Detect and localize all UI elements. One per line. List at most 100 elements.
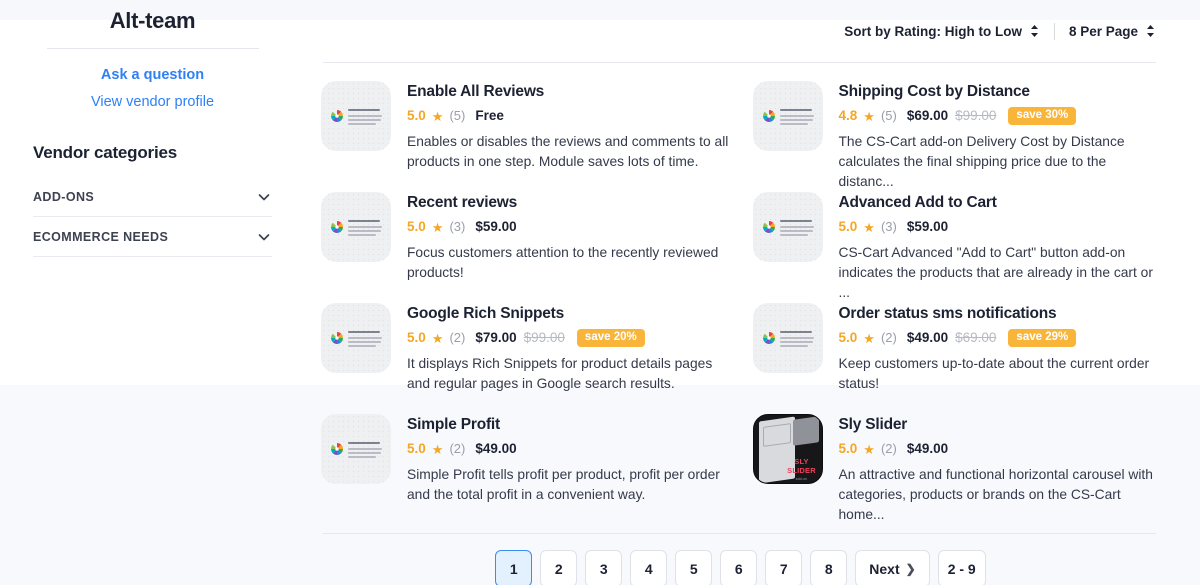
product-card[interactable]: Enable All Reviews 5.0 ★ (5) Free Enable… bbox=[321, 81, 729, 192]
product-rating-value: 5.0 bbox=[407, 440, 426, 458]
product-card[interactable]: Google Rich Snippets 5.0 ★ (2) $79.00 $9… bbox=[321, 303, 729, 414]
product-title[interactable]: Recent reviews bbox=[407, 193, 729, 212]
product-meta: 5.0 ★ (2) $49.00 bbox=[407, 440, 729, 458]
product-price: $79.00 bbox=[475, 329, 516, 347]
pagination-page-7[interactable]: 7 bbox=[765, 550, 802, 585]
ask-a-question-link[interactable]: Ask a question bbox=[0, 65, 305, 86]
pagination-page-1[interactable]: 1 bbox=[495, 550, 532, 585]
star-icon: ★ bbox=[432, 221, 444, 234]
thumbnail-caption: SLYSLIDER bbox=[786, 458, 818, 475]
product-info: Simple Profit 5.0 ★ (2) $49.00 Simple Pr… bbox=[407, 414, 729, 525]
product-thumbnail[interactable] bbox=[321, 303, 391, 373]
product-thumbnail[interactable] bbox=[321, 192, 391, 262]
product-title[interactable]: Google Rich Snippets bbox=[407, 304, 729, 323]
product-review-count: (2) bbox=[449, 329, 465, 347]
product-card[interactable]: Order status sms notifications 5.0 ★ (2)… bbox=[753, 303, 1161, 414]
product-price: Free bbox=[475, 107, 504, 125]
product-info: Enable All Reviews 5.0 ★ (5) Free Enable… bbox=[407, 81, 729, 192]
thumbnail-text-line bbox=[348, 448, 382, 450]
product-meta: 5.0 ★ (2) $79.00 $99.00 save 20% bbox=[407, 329, 729, 347]
pagination-range-button[interactable]: 2 - 9 bbox=[938, 550, 986, 585]
sort-dropdown[interactable]: Sort by Rating: High to Low bbox=[844, 24, 1040, 39]
product-description: Focus customers attention to the recentl… bbox=[407, 243, 729, 283]
product-thumbnail[interactable] bbox=[753, 192, 823, 262]
product-title[interactable]: Sly Slider bbox=[839, 415, 1161, 434]
product-card[interactable]: SLYSLIDER add-on Sly Slider 5.0 ★ (2) $4… bbox=[753, 414, 1161, 525]
thumbnail-text-line bbox=[348, 119, 381, 121]
product-description: An attractive and functional horizontal … bbox=[839, 465, 1161, 525]
product-card[interactable]: Shipping Cost by Distance 4.8 ★ (5) $69.… bbox=[753, 81, 1161, 192]
thumbnail-caption-line bbox=[348, 442, 380, 444]
thumbnail-text-line bbox=[348, 337, 382, 339]
product-review-count: (5) bbox=[449, 107, 465, 125]
thumbnail-caption-line bbox=[348, 220, 380, 222]
product-listing-main: Sort by Rating: High to Low 8 Per Page bbox=[305, 0, 1200, 585]
thumbnail-text-line bbox=[780, 234, 808, 236]
thumbnail-text-line bbox=[348, 226, 382, 228]
chevron-down-icon[interactable] bbox=[256, 229, 272, 245]
product-discount-badge: save 29% bbox=[1008, 329, 1076, 347]
pagination-next-label: Next bbox=[869, 561, 899, 577]
product-description: Enables or disables the reviews and comm… bbox=[407, 132, 729, 172]
alt-team-logo-icon bbox=[330, 109, 344, 123]
product-discount-badge: save 20% bbox=[577, 329, 645, 347]
sidebar-category-label: ECOMMERCE NEEDS bbox=[33, 230, 168, 244]
product-thumbnail[interactable] bbox=[753, 303, 823, 373]
alt-team-logo-icon bbox=[330, 220, 344, 234]
thumbnail-text-line bbox=[348, 234, 376, 236]
thumbnail-caption-line bbox=[780, 109, 812, 111]
product-title[interactable]: Shipping Cost by Distance bbox=[839, 82, 1161, 101]
product-review-count: (3) bbox=[449, 218, 465, 236]
pagination-page-4[interactable]: 4 bbox=[630, 550, 667, 585]
star-icon: ★ bbox=[432, 443, 444, 456]
product-meta: 5.0 ★ (5) Free bbox=[407, 107, 729, 125]
thumbnail-caption-line bbox=[780, 331, 812, 333]
product-review-count: (2) bbox=[881, 440, 897, 458]
product-info: Sly Slider 5.0 ★ (2) $49.00 An attractiv… bbox=[839, 414, 1161, 525]
page-root: Alt-team Ask a question View vendor prof… bbox=[0, 0, 1200, 585]
star-icon: ★ bbox=[863, 443, 875, 456]
product-card[interactable]: Recent reviews 5.0 ★ (3) $59.00 Focus cu… bbox=[321, 192, 729, 303]
product-thumbnail[interactable]: SLYSLIDER add-on bbox=[753, 414, 823, 484]
product-thumbnail[interactable] bbox=[321, 414, 391, 484]
sort-updown-icon bbox=[1145, 24, 1156, 38]
pagination-page-8[interactable]: 8 bbox=[810, 550, 847, 585]
product-thumbnail[interactable] bbox=[753, 81, 823, 151]
product-rating-value: 5.0 bbox=[839, 329, 858, 347]
product-price: $69.00 bbox=[907, 107, 948, 125]
product-title[interactable]: Advanced Add to Cart bbox=[839, 193, 1161, 212]
product-info: Order status sms notifications 5.0 ★ (2)… bbox=[839, 303, 1161, 414]
product-thumbnail[interactable] bbox=[321, 81, 391, 151]
product-title[interactable]: Enable All Reviews bbox=[407, 82, 729, 101]
product-card[interactable]: Simple Profit 5.0 ★ (2) $49.00 Simple Pr… bbox=[321, 414, 729, 525]
product-info: Shipping Cost by Distance 4.8 ★ (5) $69.… bbox=[839, 81, 1161, 192]
product-price: $49.00 bbox=[907, 440, 948, 458]
pagination: 12345678Next ❯ 2 - 9 bbox=[321, 534, 1160, 585]
pagination-page-5[interactable]: 5 bbox=[675, 550, 712, 585]
product-card[interactable]: Advanced Add to Cart 5.0 ★ (3) $59.00 CS… bbox=[753, 192, 1161, 303]
alt-team-logo-icon bbox=[762, 109, 776, 123]
per-page-dropdown[interactable]: 8 Per Page bbox=[1069, 24, 1156, 39]
product-rating-value: 5.0 bbox=[407, 107, 426, 125]
product-price: $49.00 bbox=[475, 440, 516, 458]
product-title[interactable]: Simple Profit bbox=[407, 415, 729, 434]
thumbnail-text-line bbox=[348, 345, 376, 347]
pagination-page-2[interactable]: 2 bbox=[540, 550, 577, 585]
chevron-down-icon[interactable] bbox=[256, 189, 272, 205]
thumbnail-text-line bbox=[348, 230, 381, 232]
pagination-next-button[interactable]: Next ❯ bbox=[855, 550, 929, 585]
product-description: The CS-Cart add-on Delivery Cost by Dist… bbox=[839, 132, 1161, 192]
view-vendor-profile-link[interactable]: View vendor profile bbox=[0, 92, 305, 113]
thumbnail-text-line bbox=[348, 452, 381, 454]
product-rating-value: 5.0 bbox=[839, 440, 858, 458]
pagination-page-6[interactable]: 6 bbox=[720, 550, 757, 585]
product-title[interactable]: Order status sms notifications bbox=[839, 304, 1161, 323]
pagination-page-3[interactable]: 3 bbox=[585, 550, 622, 585]
star-icon: ★ bbox=[432, 110, 444, 123]
sidebar-category-ecommerce-needs[interactable]: ECOMMERCE NEEDS bbox=[33, 217, 272, 257]
thumbnail-text-line bbox=[348, 115, 382, 117]
product-info: Recent reviews 5.0 ★ (3) $59.00 Focus cu… bbox=[407, 192, 729, 303]
thumbnail-caption-line bbox=[348, 109, 380, 111]
alt-team-logo-icon bbox=[762, 220, 776, 234]
sidebar-category-add-ons[interactable]: ADD-ONS bbox=[33, 177, 272, 217]
